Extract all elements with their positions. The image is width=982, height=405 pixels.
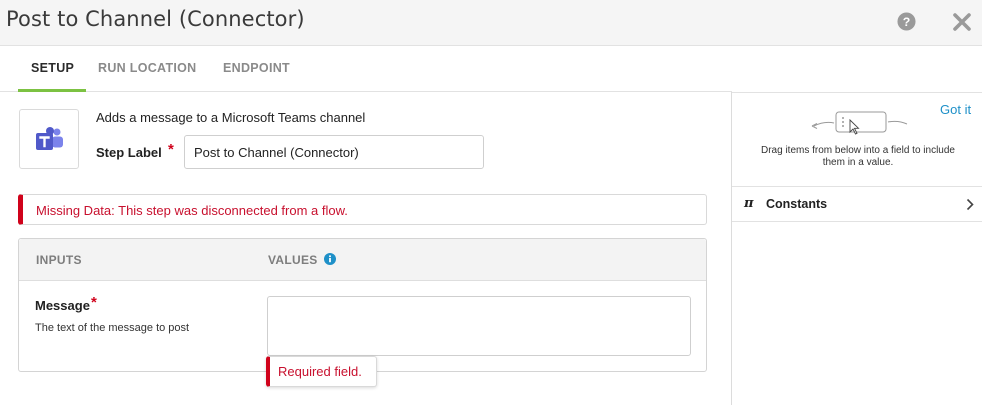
title-bar: Post to Channel (Connector) ? (0, 0, 982, 46)
missing-data-alert: Missing Data: This step was disconnected… (18, 194, 707, 225)
inputs-column-header: INPUTS (36, 253, 82, 267)
step-label-text: Step Label (96, 145, 162, 160)
pi-icon: π (744, 196, 754, 211)
app-icon-tile (19, 109, 79, 169)
constants-row[interactable]: π Constants (732, 186, 982, 222)
step-description: Adds a message to a Microsoft Teams chan… (96, 110, 366, 125)
svg-text:?: ? (903, 15, 911, 29)
required-field-error: Required field. (266, 356, 377, 387)
tab-bar: SETUP RUN LOCATION ENDPOINT (0, 46, 732, 92)
inputs-panel: INPUTS VALUES Message * The text of the … (18, 238, 707, 372)
close-icon[interactable] (952, 12, 972, 32)
tab-run-location[interactable]: RUN LOCATION (98, 61, 197, 75)
alert-text: Missing Data: This step was disconnected… (36, 203, 348, 218)
active-tab-indicator (18, 89, 86, 92)
panel-divider (731, 92, 732, 405)
required-marker: * (168, 141, 174, 158)
inputs-panel-header: INPUTS VALUES (19, 239, 706, 281)
microsoft-teams-icon (36, 127, 63, 150)
drag-hint-illustration (811, 111, 908, 135)
sidebar-top-border (732, 92, 982, 93)
chevron-right-icon (966, 198, 974, 211)
got-it-link[interactable]: Got it (940, 102, 971, 117)
constants-label: Constants (766, 197, 828, 211)
required-marker: * (91, 294, 97, 311)
step-label-title: Step Label * (96, 141, 174, 160)
values-column-header: VALUES (268, 253, 318, 267)
message-value-input[interactable] (267, 296, 691, 356)
step-label-input[interactable] (184, 135, 484, 169)
drag-hint-text: Drag items from below into a field to in… (761, 145, 955, 168)
tab-endpoint[interactable]: ENDPOINT (223, 61, 290, 75)
message-field-label: Message * (35, 294, 97, 313)
tab-setup[interactable]: SETUP (31, 61, 74, 75)
question-circle-icon[interactable]: ? (897, 12, 916, 31)
message-help-text: The text of the message to post (35, 322, 190, 334)
message-label-text: Message (35, 298, 90, 313)
window-title: Post to Channel (Connector) (6, 7, 305, 31)
required-field-text: Required field. (278, 364, 362, 379)
info-icon[interactable] (324, 253, 336, 265)
